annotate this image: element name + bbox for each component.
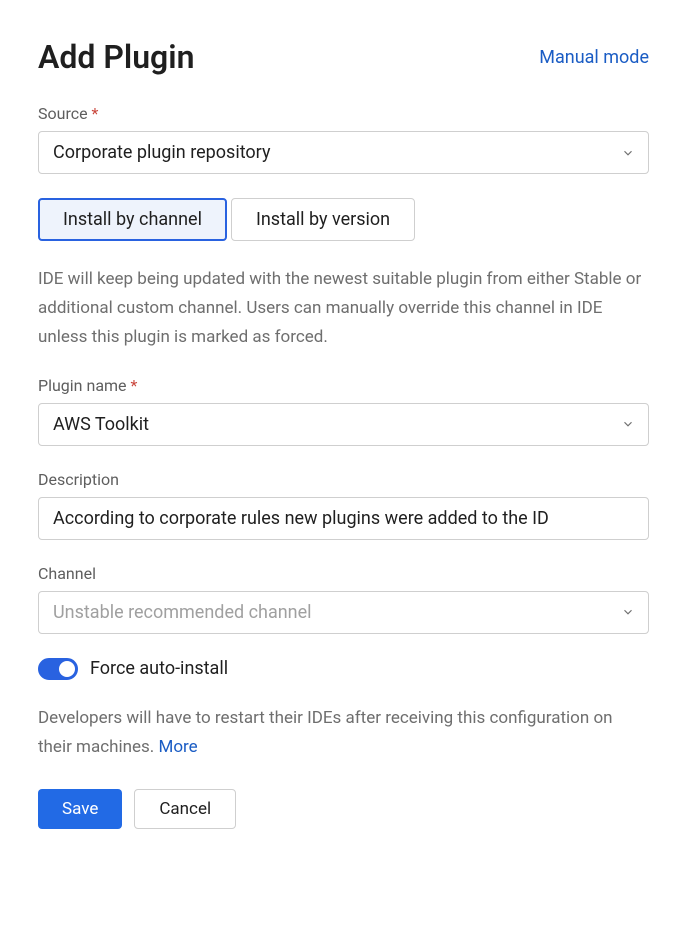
manual-mode-link[interactable]: Manual mode	[539, 47, 649, 68]
page-header: Add Plugin Manual mode	[38, 38, 649, 76]
required-indicator: *	[92, 104, 99, 123]
cancel-button[interactable]: Cancel	[134, 789, 236, 829]
source-select[interactable]: Corporate plugin repository	[38, 131, 649, 174]
tab-install-by-channel[interactable]: Install by channel	[38, 198, 227, 241]
channel-select-wrapper: Unstable recommended channel	[38, 591, 649, 634]
source-field: Source * Corporate plugin repository	[38, 104, 649, 174]
channel-field: Channel Unstable recommended channel	[38, 564, 649, 634]
source-label-text: Source	[38, 104, 88, 123]
page-title: Add Plugin	[38, 38, 194, 76]
force-auto-install-toggle[interactable]	[38, 658, 78, 680]
force-auto-install-label: Force auto-install	[90, 658, 228, 679]
description-input[interactable]	[38, 497, 649, 540]
action-buttons: Save Cancel	[38, 789, 649, 829]
channel-help-text: IDE will keep being updated with the new…	[38, 265, 649, 352]
install-mode-tabs: Install by channel Install by version	[38, 198, 649, 241]
channel-select[interactable]: Unstable recommended channel	[38, 591, 649, 634]
plugin-name-label: Plugin name *	[38, 376, 649, 395]
more-link[interactable]: More	[158, 737, 197, 757]
save-button[interactable]: Save	[38, 789, 122, 829]
force-auto-install-row: Force auto-install	[38, 658, 649, 680]
restart-text-content: Developers will have to restart their ID…	[38, 708, 613, 757]
plugin-name-label-text: Plugin name	[38, 376, 127, 395]
description-field: Description	[38, 470, 649, 564]
tab-install-by-version[interactable]: Install by version	[231, 198, 415, 241]
plugin-name-select-wrapper: AWS Toolkit	[38, 403, 649, 446]
description-label: Description	[38, 470, 649, 489]
required-indicator: *	[131, 376, 138, 395]
plugin-name-select[interactable]: AWS Toolkit	[38, 403, 649, 446]
plugin-name-field: Plugin name * AWS Toolkit	[38, 376, 649, 446]
restart-help-text: Developers will have to restart their ID…	[38, 704, 649, 762]
source-label: Source *	[38, 104, 649, 123]
toggle-knob	[59, 661, 75, 677]
source-select-wrapper: Corporate plugin repository	[38, 131, 649, 174]
channel-label: Channel	[38, 564, 649, 583]
